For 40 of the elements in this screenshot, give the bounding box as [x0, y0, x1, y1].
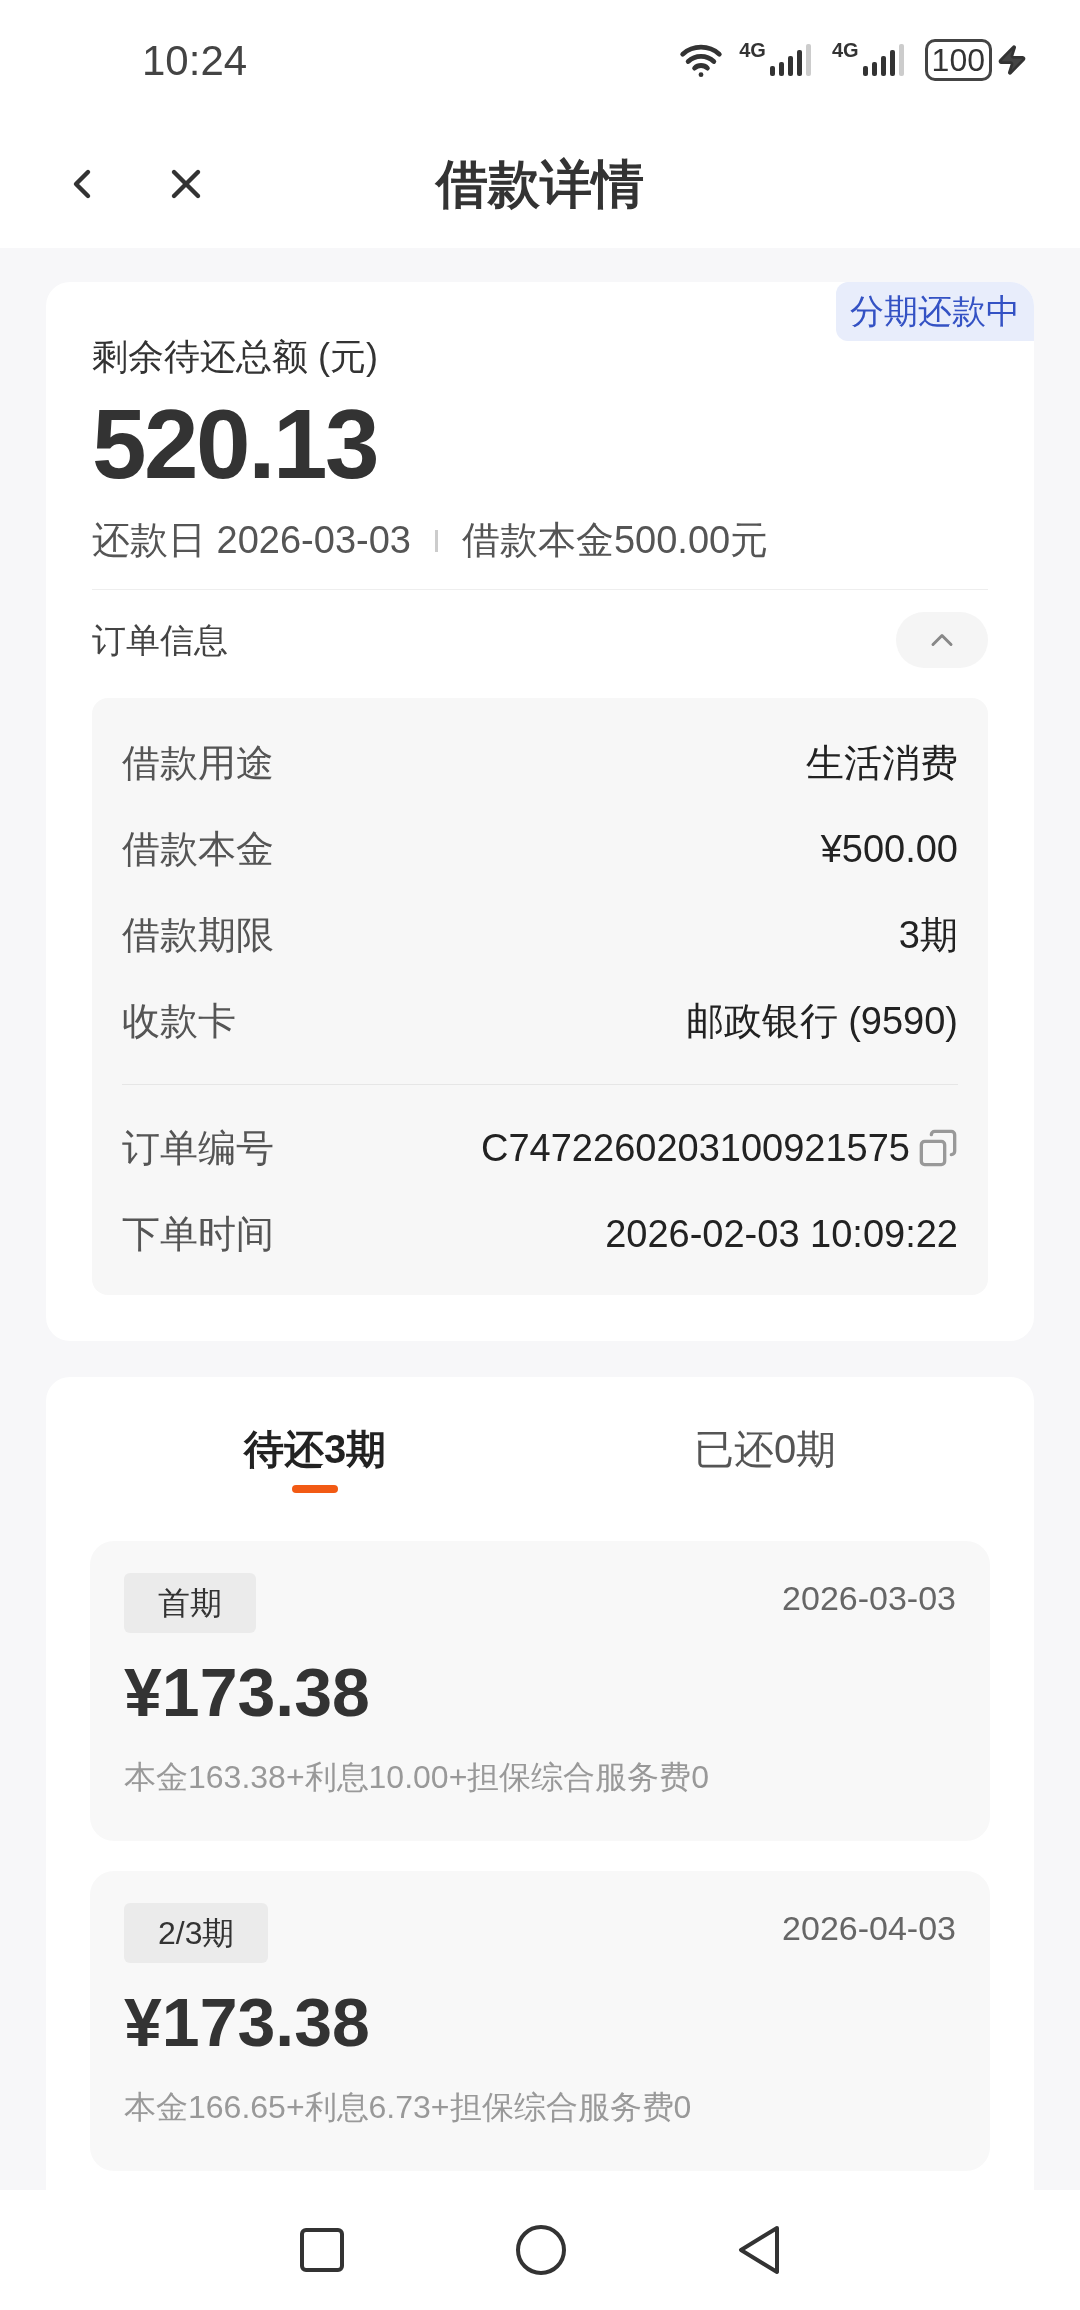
network-type: 4G	[739, 40, 766, 60]
remaining-label: 剩余待还总额 (元)	[92, 335, 379, 379]
detail-value: C7472260203100921575	[481, 1125, 910, 1171]
home-icon[interactable]	[515, 2224, 567, 2276]
recent-apps-icon[interactable]	[299, 2227, 345, 2273]
network-type: 4G	[831, 40, 859, 60]
due-date: 还款日 2026-03-03	[92, 518, 411, 563]
installment-amount: ¥173.38	[124, 1653, 371, 1732]
status-time: 10:24	[142, 35, 248, 86]
copy-icon[interactable]	[918, 1128, 958, 1168]
order-info-title: 订单信息	[92, 619, 228, 661]
installment-breakdown: 本金163.38+利息10.00+担保综合服务费0	[124, 1758, 711, 1797]
installment-date: 2026-04-03	[782, 1908, 956, 1949]
battery-indicator: 100	[924, 39, 992, 81]
charging-icon	[996, 44, 1028, 76]
installment-amount: ¥173.38	[124, 1983, 371, 2062]
detail-value: 2026-02-03 10:09:22	[605, 1211, 958, 1257]
detail-label: 借款期限	[122, 912, 274, 958]
detail-label: 订单编号	[122, 1125, 274, 1171]
detail-label: 下单时间	[122, 1211, 274, 1257]
period-tag: 2/3期	[124, 1903, 269, 1963]
installment-card[interactable]: 2/3期 2026-04-03 ¥173.38 本金166.65+利息6.73+担保综合服务费0	[90, 1871, 990, 2171]
installment-date: 2026-03-03	[782, 1578, 956, 1619]
remaining-amount: 520.13	[92, 388, 379, 501]
installment-breakdown: 本金166.65+利息6.73+担保综合服务费0	[124, 2088, 693, 2127]
detail-label: 借款本金	[122, 826, 274, 872]
status-badge: 分期还款中	[836, 282, 1034, 341]
page-title: 借款详情	[436, 154, 644, 215]
installment-card[interactable]: 首期 2026-03-03 ¥173.38 本金163.38+利息10.00+担保综合服务费0	[90, 1541, 990, 1841]
period-tag: 首期	[124, 1573, 256, 1633]
detail-value: 生活消费	[806, 740, 958, 786]
detail-label: 借款用途	[122, 740, 274, 786]
detail-label: 收款卡	[122, 998, 236, 1044]
detail-value: ¥500.00	[820, 826, 958, 872]
loan-principal: 借款本金500.00元	[461, 518, 769, 563]
detail-value: 邮政银行 (9590)	[685, 998, 958, 1044]
installment-tab[interactable]: 已还0期	[540, 1401, 990, 1511]
installment-tab[interactable]: 待还3期	[90, 1401, 540, 1511]
detail-value: 3期	[898, 912, 958, 958]
back-nav-icon[interactable]	[737, 2225, 781, 2275]
